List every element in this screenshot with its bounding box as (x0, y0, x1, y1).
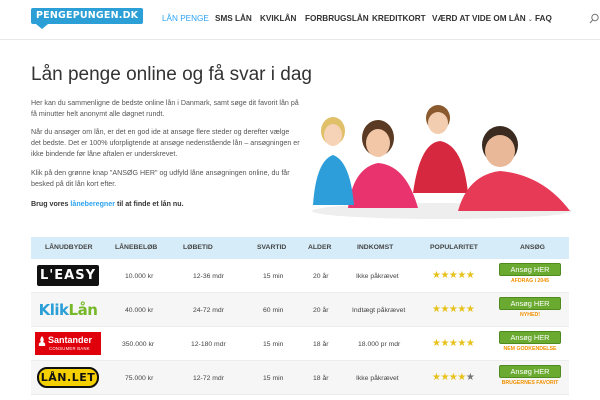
santander-logo: Santander CONSUMER BANK (35, 332, 101, 355)
rating-stars: ★★★★★ (432, 338, 475, 349)
amount-cell: 350.000 kr (122, 341, 155, 348)
age-cell: 20 år (313, 307, 329, 314)
amount-cell: 40.000 kr (125, 307, 154, 314)
column-header-amount: LÅNEBELØB (115, 244, 158, 251)
site-logo[interactable]: PENGEPUNGEN.DK (31, 8, 144, 24)
leasy-logo-text: L'EASY (37, 265, 99, 286)
amount-cell: 75.000 kr (125, 375, 154, 382)
hero-family-image (312, 105, 572, 219)
amount-cell: 10.000 kr (125, 273, 154, 280)
table-row: KlikLån 40.000 kr 24-72 mdr 60 min 20 år… (31, 293, 569, 327)
nav-item-kviklan[interactable]: KVIKLÅN (260, 14, 296, 23)
santander-subtitle: CONSUMER BANK (49, 346, 90, 351)
offer-note: BRUGERNES FAVORIT (501, 380, 559, 386)
response-cell: 60 min (263, 307, 284, 314)
apply-button[interactable]: Ansøg HER (499, 331, 561, 344)
loan-calculator-link[interactable]: låneberegner (70, 200, 115, 208)
table-row: LÅN.LET 75.000 kr 12-72 mdr 15 min 18 år… (31, 361, 569, 395)
loan-comparison-table: LÅNUDBYDER LÅNEBELØB LØBETID SVARTID ALD… (31, 237, 569, 395)
apply-button[interactable]: Ansøg HER (499, 297, 561, 310)
instruction-paragraph: Klik på den grønne knap "ANSØG HER" og u… (31, 169, 290, 188)
response-cell: 15 min (263, 341, 284, 348)
income-cell: 18.000 pr mdr (358, 341, 401, 348)
kliklan-logo-part-b: Lån (68, 300, 98, 319)
column-header-apply: ANSØG (520, 244, 545, 251)
intro-paragraph: Her kan du sammenligne de bedste online … (31, 99, 299, 118)
table-header: LÅNUDBYDER LÅNEBELØB LØBETID SVARTID ALD… (31, 237, 569, 259)
income-cell: Ikke påkrævet (356, 375, 399, 382)
chevron-down-icon: ⌄ (527, 17, 533, 23)
income-cell: Ikke påkrævet (356, 273, 399, 280)
lender-logo-leasy[interactable]: L'EASY (35, 264, 101, 287)
site-header: PENGEPUNGEN.DK LÅN PENGE SMS LÅN KVIKLÅN… (0, 0, 600, 40)
column-header-lender: LÅNUDBYDER (45, 244, 93, 251)
nav-item-forbrugslan[interactable]: FORBRUGSLÅN (305, 14, 369, 23)
age-cell: 20 år (313, 273, 329, 280)
column-header-age: ALDER (308, 244, 332, 251)
lender-logo-kliklan[interactable]: KlikLån (35, 298, 101, 321)
column-header-popularity: POPULARITET (430, 244, 478, 251)
kliklan-logo-text: KlikLån (39, 301, 98, 319)
apply-button[interactable]: Ansøg HER (499, 263, 561, 276)
lanlet-logo-text: LÅN.LET (37, 367, 99, 388)
lender-logo-santander[interactable]: Santander CONSUMER BANK (35, 332, 101, 355)
lender-logo-lanlet[interactable]: LÅN.LET (35, 366, 101, 389)
nav-item-lan-penge[interactable]: LÅN PENGE (162, 14, 209, 23)
rating-stars: ★★★★★ (432, 304, 475, 315)
nav-item-vaerd-label: VÆRD AT VIDE OM LÅN (432, 14, 526, 23)
age-cell: 18 år (313, 341, 329, 348)
kliklan-logo-part-a: Klik (38, 300, 69, 319)
response-cell: 15 min (263, 273, 284, 280)
santander-name: Santander (48, 335, 93, 345)
term-cell: 12-36 mdr (193, 273, 224, 280)
income-cell: Indtægt påkrævet (352, 307, 406, 314)
cta-paragraph: Brug vores låneberegner til at finde et … (31, 199, 301, 210)
logo-tail (36, 24, 48, 29)
nav-item-kreditkort[interactable]: KREDITKORT (372, 14, 426, 23)
term-cell: 12-180 mdr (191, 341, 226, 348)
column-header-term: LØBETID (183, 244, 213, 251)
flame-icon (38, 336, 46, 346)
apply-button[interactable]: Ansøg HER (499, 365, 561, 378)
column-header-response: SVARTID (257, 244, 287, 251)
age-cell: 18 år (313, 375, 329, 382)
table-row: Santander CONSUMER BANK 350.000 kr 12-18… (31, 327, 569, 361)
response-cell: 15 min (263, 375, 284, 382)
term-cell: 12-72 mdr (193, 375, 224, 382)
cta-suffix: til at finde et lån nu. (114, 200, 184, 208)
offer-note: NEM GODKENDELSE (503, 346, 557, 352)
offer-note: NYHED! (520, 312, 540, 318)
info-paragraph: Når du ansøger om lån, er det en god ide… (31, 128, 300, 158)
offer-note: AFDRAG i 2045 (510, 278, 550, 284)
rating-stars: ★★★★★ (432, 372, 475, 383)
table-row: L'EASY 10.000 kr 12-36 mdr 15 min 20 år … (31, 259, 569, 293)
rating-stars: ★★★★★ (432, 270, 475, 281)
page-title: Lån penge online og få svar i dag (31, 64, 312, 85)
nav-item-vaerd-at-vide[interactable]: VÆRD AT VIDE OM LÅN ⌄ (432, 14, 533, 23)
nav-item-faq[interactable]: FAQ (535, 14, 552, 23)
column-header-income: INDKOMST (357, 244, 394, 251)
cta-prefix: Brug vores (31, 200, 71, 208)
term-cell: 24-72 mdr (193, 307, 224, 314)
nav-item-sms-lan[interactable]: SMS LÅN (215, 14, 252, 23)
search-icon[interactable] (589, 13, 599, 25)
